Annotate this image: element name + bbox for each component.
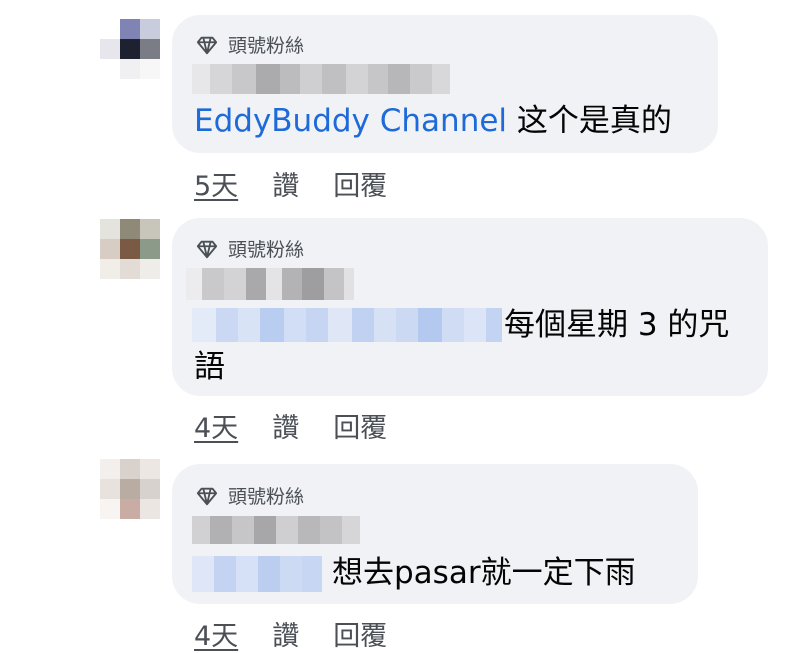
comment-text: 想去pasar就一定下雨 (332, 555, 636, 591)
like-button[interactable]: 讚 (272, 406, 299, 445)
top-fan-badge: 頭號粉絲 (196, 482, 304, 509)
mention-link[interactable]: EddyBuddy Channel (194, 103, 507, 139)
badge-label: 頭號粉絲 (228, 239, 305, 261)
top-fan-badge: 頭號粉絲 (196, 31, 304, 58)
avatar[interactable] (100, 19, 160, 79)
comment-body: 这个是真的 (516, 103, 672, 139)
reply-button[interactable]: 回覆 (333, 406, 387, 445)
diamond-icon (196, 36, 218, 54)
badge-label: 頭號粉絲 (228, 486, 305, 508)
timestamp-link[interactable]: 4天 (194, 614, 238, 653)
badge-label: 頭號粉絲 (228, 35, 305, 57)
diamond-icon (196, 240, 218, 258)
comment-actions: 4天 讚 回覆 (194, 614, 387, 653)
blurred-mention[interactable] (192, 556, 322, 592)
blurred-username[interactable] (186, 268, 354, 300)
comment-actions: 5天 讚 回覆 (194, 164, 387, 203)
diamond-icon (196, 487, 218, 505)
avatar[interactable] (100, 219, 160, 279)
like-button[interactable]: 讚 (272, 164, 299, 203)
comment-text: EddyBuddy Channel 这个是真的 (194, 100, 672, 142)
blurred-username[interactable] (192, 516, 360, 544)
comment-text-line2: 語 (194, 349, 225, 385)
blurred-username[interactable] (192, 64, 450, 94)
comment-actions: 4天 讚 回覆 (194, 406, 387, 445)
blurred-mention[interactable] (192, 308, 502, 342)
top-fan-badge: 頭號粉絲 (196, 235, 304, 262)
timestamp-link[interactable]: 5天 (194, 164, 238, 203)
comment-text-line1: 每個星期 3 的咒 (504, 307, 730, 343)
timestamp-link[interactable]: 4天 (194, 406, 238, 445)
reply-button[interactable]: 回覆 (333, 614, 387, 653)
like-button[interactable]: 讚 (272, 614, 299, 653)
avatar[interactable] (100, 459, 160, 519)
reply-button[interactable]: 回覆 (333, 164, 387, 203)
